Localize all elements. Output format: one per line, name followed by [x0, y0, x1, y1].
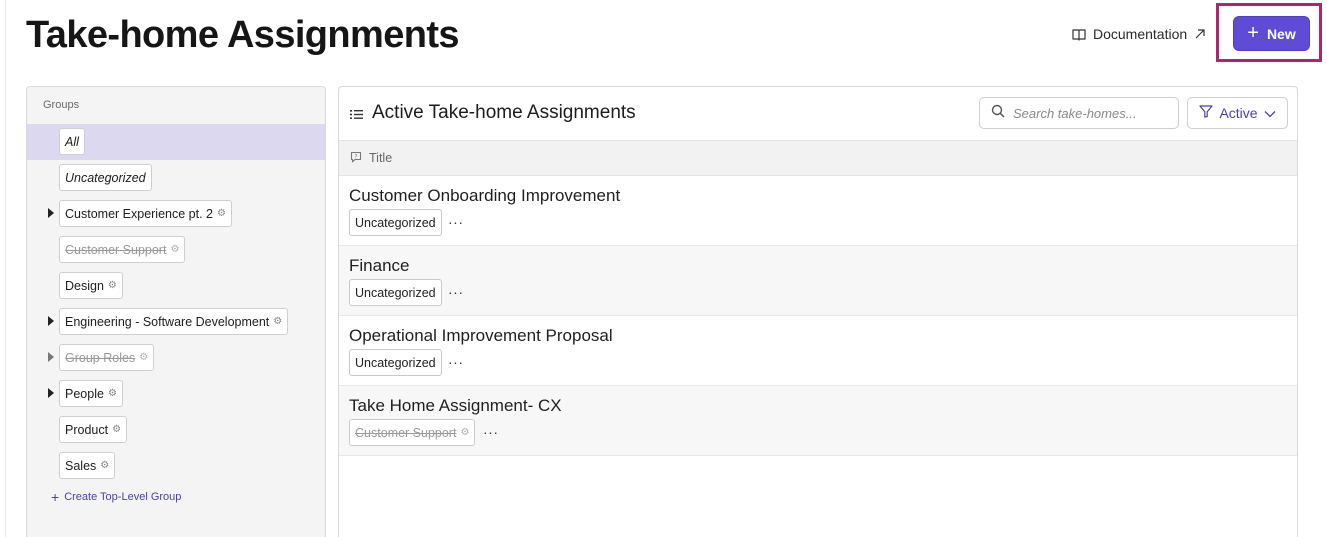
more-options-button[interactable]: ··· — [483, 424, 499, 440]
people-icon: ⚙ — [112, 424, 122, 435]
group-tag: Customer Support ⚙ — [349, 419, 476, 446]
group-tag: Uncategorized — [349, 209, 442, 236]
book-icon — [1072, 28, 1086, 41]
create-group-label: Create Top-Level Group — [64, 491, 182, 503]
group-chip[interactable]: Uncategorized — [59, 164, 152, 191]
svg-text:?: ? — [354, 153, 357, 160]
external-arrow-icon — [1194, 28, 1206, 40]
assignment-title[interactable]: Take Home Assignment- CX — [349, 396, 562, 416]
table-row[interactable]: Finance Uncategorized ··· — [339, 246, 1297, 316]
group-item-people[interactable]: People ⚙ — [27, 376, 325, 412]
people-icon: ⚙ — [107, 388, 117, 399]
title-column-header[interactable]: ? Title — [339, 140, 1297, 176]
group-chip[interactable]: Customer Experience pt. 2 ⚙ — [59, 200, 232, 227]
documentation-link[interactable]: Documentation — [1072, 25, 1206, 43]
group-chip[interactable]: Customer Support ⚙ — [59, 236, 186, 263]
list-icon — [350, 107, 363, 125]
group-item-sales[interactable]: Sales ⚙ — [27, 448, 325, 484]
caret-right-icon[interactable] — [48, 208, 54, 218]
page-title: Take-home Assignments — [26, 14, 460, 56]
people-icon: ⚙ — [100, 460, 110, 471]
group-chip[interactable]: Product ⚙ — [59, 416, 128, 443]
panel-title: Active Take-home Assignments — [372, 102, 636, 123]
group-item-group-roles[interactable]: Group Roles ⚙ — [27, 340, 325, 376]
group-chip[interactable]: Engineering - Software Development ⚙ — [59, 308, 289, 335]
group-chip[interactable]: All — [59, 128, 85, 155]
new-button-label: New — [1266, 25, 1296, 42]
table-row[interactable]: Operational Improvement Proposal Uncateg… — [339, 316, 1297, 386]
group-item-customer-support[interactable]: Customer Support ⚙ — [27, 232, 325, 268]
table-row[interactable]: Customer Onboarding Improvement Uncatego… — [339, 176, 1297, 246]
new-button[interactable]: + New — [1233, 16, 1310, 51]
more-options-button[interactable]: ··· — [448, 354, 464, 370]
more-options-button[interactable]: ··· — [448, 214, 464, 230]
groups-heading: Groups — [43, 99, 80, 111]
search-input[interactable] — [1013, 105, 1173, 121]
group-chip[interactable]: Design ⚙ — [59, 272, 123, 299]
caret-right-icon[interactable] — [48, 352, 54, 362]
comment-icon: ? — [350, 151, 362, 166]
status-filter-dropdown[interactable]: Active — [1187, 97, 1288, 129]
groups-sidebar: Groups All Uncategorized Customer Experi… — [26, 86, 326, 537]
documentation-label: Documentation — [1093, 26, 1188, 42]
group-item-design[interactable]: Design ⚙ — [27, 268, 325, 304]
people-icon: ⚙ — [217, 208, 226, 219]
people-icon: ⚙ — [273, 316, 283, 327]
group-item-all[interactable]: All — [27, 124, 325, 160]
people-icon: ⚙ — [170, 244, 180, 255]
assignment-title[interactable]: Finance — [349, 256, 409, 276]
chevron-down-icon — [1264, 105, 1276, 121]
group-chip[interactable]: People ⚙ — [59, 380, 123, 407]
group-item-product[interactable]: Product ⚙ — [27, 412, 325, 448]
more-options-button[interactable]: ··· — [448, 284, 464, 300]
caret-right-icon[interactable] — [48, 316, 54, 326]
filter-icon — [1199, 105, 1214, 121]
group-chip[interactable]: Sales ⚙ — [59, 452, 116, 479]
group-tag: Uncategorized — [349, 349, 442, 376]
search-icon — [991, 104, 1005, 123]
create-top-level-group-link[interactable]: + Create Top-Level Group — [51, 489, 181, 505]
group-item-engineering[interactable]: Engineering - Software Development ⚙ — [27, 304, 325, 340]
panel-header: Active Take-home Assignments Active — [339, 87, 1297, 140]
group-item-uncategorized[interactable]: Uncategorized — [27, 160, 325, 196]
title-column-label: Title — [369, 151, 393, 165]
group-tag: Uncategorized — [349, 279, 442, 306]
people-icon: ⚙ — [139, 352, 149, 363]
plus-icon: + — [51, 489, 60, 505]
table-row[interactable]: Take Home Assignment- CX Customer Suppor… — [339, 386, 1297, 456]
assignments-panel: Active Take-home Assignments Active ? Ti… — [338, 86, 1298, 537]
group-chip[interactable]: Group Roles ⚙ — [59, 344, 155, 371]
people-icon: ⚙ — [107, 280, 117, 291]
assignment-title[interactable]: Customer Onboarding Improvement — [349, 186, 620, 206]
caret-right-icon[interactable] — [48, 388, 54, 398]
filter-label: Active — [1219, 105, 1258, 121]
assignment-title[interactable]: Operational Improvement Proposal — [349, 326, 613, 346]
plus-icon: + — [1247, 21, 1259, 44]
search-box[interactable] — [979, 97, 1179, 129]
people-icon: ⚙ — [460, 427, 470, 438]
page-left-border — [5, 0, 6, 537]
group-item-customer-experience[interactable]: Customer Experience pt. 2 ⚙ — [27, 196, 325, 232]
